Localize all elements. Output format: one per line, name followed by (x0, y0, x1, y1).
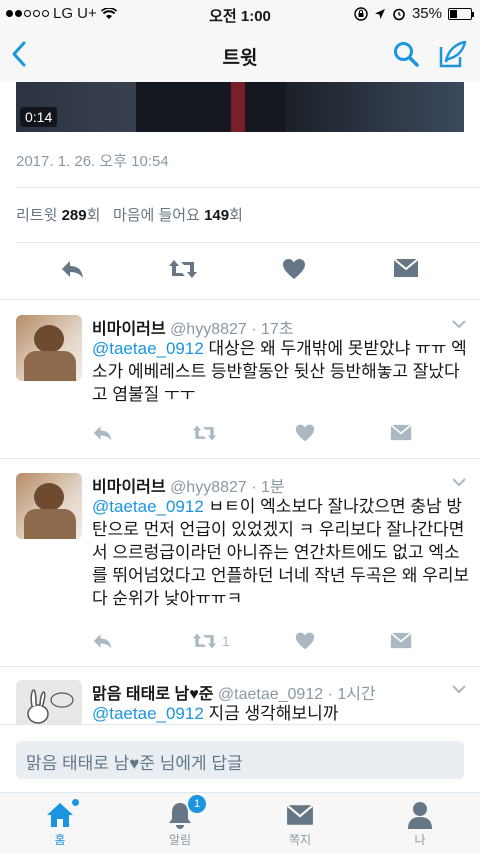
reply-icon[interactable] (92, 423, 114, 443)
battery-percent: 35% (411, 5, 442, 22)
reply-input[interactable]: 맑음 태태로 남♥준 님에게 답글 (16, 741, 464, 779)
reply-actions: 1 (92, 631, 422, 655)
likes-label: 마음에 들어요 (112, 207, 200, 224)
author-handle[interactable]: @taetae_0912 (218, 686, 323, 703)
tab-home[interactable]: 홈 (20, 799, 100, 848)
tab-bar: 홈 1 알림 쪽지 나 (0, 792, 480, 854)
tab-home-label: 홈 (54, 833, 66, 847)
search-icon (394, 42, 419, 67)
battery-icon (448, 7, 474, 20)
status-bar: LG U+ 오전 1:00 35% (0, 0, 480, 28)
home-dot (72, 799, 79, 806)
mention-link[interactable]: @taetae_0912 (92, 704, 204, 723)
reply-composer: 맑음 태태로 남♥준 님에게 답글 (0, 724, 480, 792)
retweets-label: 리트윗 (16, 207, 58, 224)
dm-icon[interactable] (393, 257, 419, 279)
author-name[interactable]: 비마이러브 (92, 321, 166, 338)
heart-icon[interactable] (295, 631, 315, 651)
author-handle[interactable]: @hyy8827 (170, 321, 247, 338)
divider (0, 299, 480, 300)
notification-badge: 1 (188, 795, 206, 813)
reply-text: @taetae_0912 지금 생각해보니까 (92, 702, 470, 724)
main-tweet-actions (0, 257, 480, 287)
reply-time: 1분 (261, 479, 285, 496)
reply-body: 지금 생각해보니까 (203, 704, 339, 723)
chevron-down-icon[interactable] (452, 477, 466, 487)
location-icon (374, 8, 385, 19)
person-icon (408, 802, 432, 829)
divider (0, 458, 480, 459)
mention-link[interactable]: @taetae_0912 (92, 339, 204, 358)
tweet-stats: 리트윗 289회 마음에 들어요 149회 (16, 204, 243, 225)
retweet-icon[interactable] (192, 631, 217, 651)
tweet-video[interactable]: 0:14 (16, 82, 464, 132)
author-name[interactable]: 비마이러브 (92, 479, 166, 496)
likes-unit: 회 (229, 207, 243, 224)
tab-me-label: 나 (414, 833, 426, 847)
retweet-icon[interactable] (168, 257, 198, 281)
reply-header: 맑음 태태로 남♥준 @taetae_0912 · 1시간 (92, 680, 376, 704)
reply-tweet[interactable]: 맑음 태태로 남♥준 @taetae_0912 · 1시간 @taetae_09… (0, 680, 480, 724)
reply-icon[interactable] (60, 257, 86, 281)
chevron-down-icon[interactable] (452, 319, 466, 329)
avatar[interactable] (16, 680, 82, 724)
dm-icon[interactable] (390, 631, 412, 650)
retweet-icon[interactable] (192, 423, 217, 443)
reply-text: @taetae_0912 대상은 왜 두개밖에 못받았냐 ㅠㅠ 엑소가 에베레스… (92, 337, 470, 406)
mention-link[interactable]: @taetae_0912 (92, 497, 204, 516)
reply-tweet[interactable]: 비마이러브 @hyy8827 · 17초 @taetae_0912 대상은 왜 … (0, 315, 480, 445)
envelope-icon (286, 804, 314, 825)
navigation-bar: 트윗 (0, 28, 480, 82)
reply-time: 1시간 (337, 686, 376, 703)
reply-text: @taetae_0912 ㅂㅌ이 엑소보다 잘나갔으면 충남 방탄으로 먼저 언… (92, 495, 470, 610)
reply-actions (92, 423, 422, 447)
reply-tweet[interactable]: 비마이러브 @hyy8827 · 1분 @taetae_0912 ㅂㅌ이 엑소보… (0, 473, 480, 653)
video-duration: 0:14 (20, 107, 58, 127)
likes-count[interactable]: 149 (204, 207, 229, 224)
rotation-lock-icon (354, 6, 368, 21)
tab-messages[interactable]: 쪽지 (260, 799, 340, 848)
reply-header: 비마이러브 @hyy8827 · 1분 (92, 473, 285, 497)
retweets-count[interactable]: 289 (62, 207, 87, 224)
reply-icon[interactable] (92, 631, 114, 651)
compose-button[interactable] (438, 39, 468, 74)
tab-notifications-label: 알림 (168, 833, 192, 847)
separator: · (246, 321, 262, 338)
tab-messages-label: 쪽지 (288, 833, 312, 847)
alarm-icon (393, 8, 405, 20)
tab-me[interactable]: 나 (380, 799, 460, 848)
divider (16, 187, 480, 188)
tab-notifications[interactable]: 1 알림 (140, 795, 220, 848)
reply-time: 17초 (261, 321, 294, 338)
author-name[interactable]: 맑음 태태로 남♥준 (92, 686, 213, 703)
separator: · (246, 479, 262, 496)
heart-icon[interactable] (295, 423, 315, 443)
search-button[interactable] (392, 40, 420, 73)
home-icon (47, 803, 73, 827)
retweet-count: 1 (222, 633, 230, 649)
heart-icon[interactable] (282, 257, 306, 281)
avatar[interactable] (16, 473, 82, 539)
separator: · (323, 686, 338, 703)
reply-header: 비마이러브 @hyy8827 · 17초 (92, 315, 294, 339)
compose-icon (439, 40, 467, 68)
divider (0, 666, 480, 667)
tweet-timestamp: 2017. 1. 26. 오후 10:54 (16, 153, 169, 170)
author-handle[interactable]: @hyy8827 (170, 479, 247, 496)
avatar[interactable] (16, 315, 82, 381)
divider (16, 242, 480, 243)
chevron-down-icon[interactable] (452, 684, 466, 694)
retweets-unit: 회 (86, 207, 101, 224)
dm-icon[interactable] (390, 423, 412, 442)
